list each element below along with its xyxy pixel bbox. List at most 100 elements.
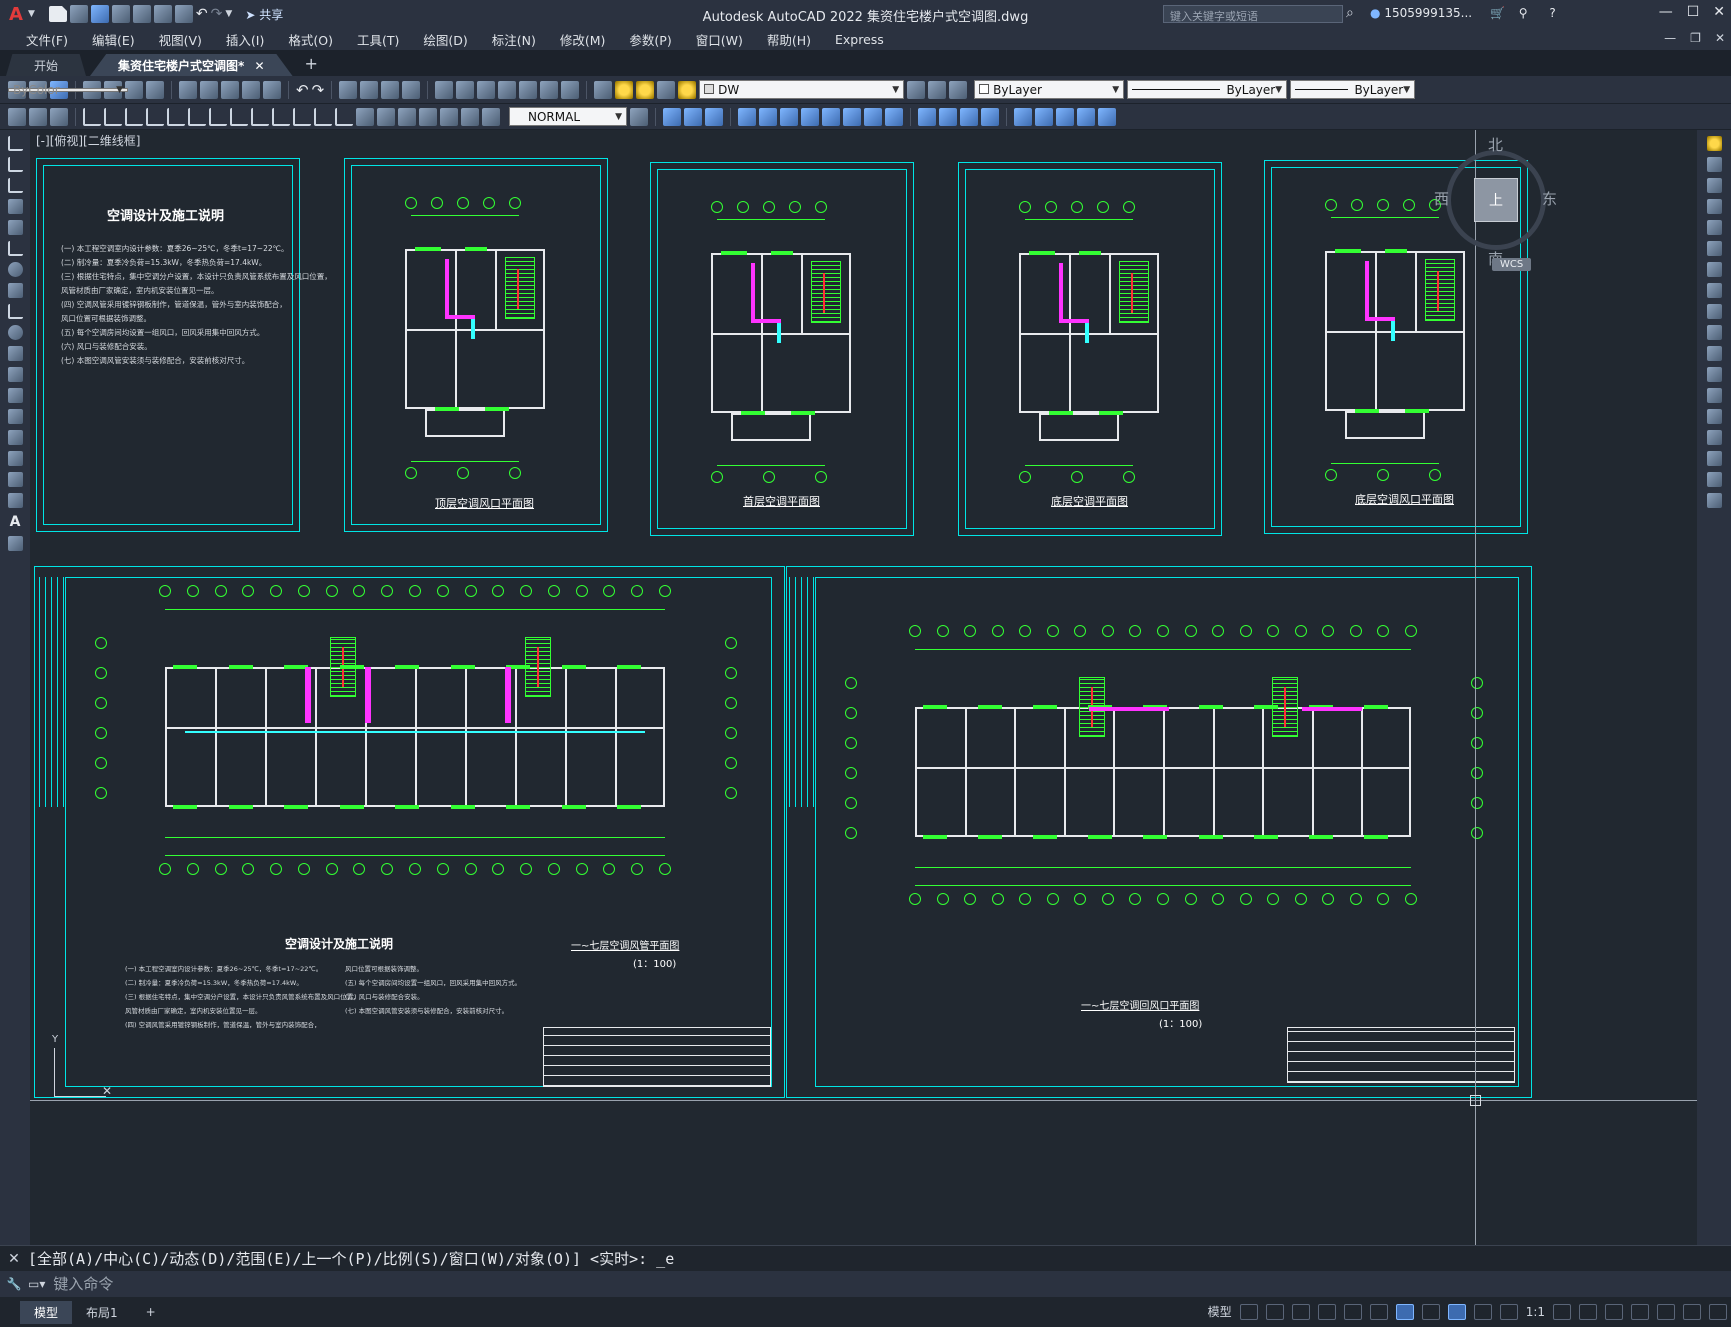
chamfer-icon[interactable] <box>960 107 978 126</box>
wcs-menu[interactable]: WCS <box>1492 258 1532 271</box>
osnap-tracking-icon[interactable] <box>1369 1303 1388 1320</box>
menu-item-7[interactable]: 标注(N) <box>480 30 548 49</box>
rt-array-icon[interactable] <box>1706 220 1722 235</box>
radius-dim-icon[interactable] <box>167 107 185 126</box>
drawing-canvas[interactable]: [-][俯视][二维线框] 空调设计及施工说明 (一) 本工程空调室内设计参数：… <box>30 130 1697 1245</box>
tb-icon-1[interactable] <box>8 107 26 126</box>
tab-start[interactable]: 开始 <box>6 54 87 76</box>
command-line-close-icon[interactable]: ✕ <box>0 1251 28 1267</box>
menu-item-3[interactable]: 插入(I) <box>214 30 276 49</box>
pan-icon[interactable] <box>339 80 358 99</box>
inspect-icon[interactable] <box>398 107 416 126</box>
viewcube[interactable]: 上 北 南 东 西 WCS <box>1434 136 1557 271</box>
minimize-button[interactable]: — <box>1659 4 1673 20</box>
autodesk-app-icon[interactable]: ⚲ <box>1519 6 1528 20</box>
gradient-icon[interactable] <box>7 451 23 466</box>
menu-item-0[interactable]: 文件(F) <box>14 30 80 49</box>
make-current-layer-icon[interactable] <box>907 80 926 99</box>
menu-item-10[interactable]: 窗口(W) <box>684 30 755 49</box>
line-icon[interactable] <box>7 136 23 151</box>
layer-on-icon[interactable] <box>615 80 634 99</box>
baseline-dim-icon[interactable] <box>272 107 290 126</box>
ortho-toggle-icon[interactable] <box>1291 1303 1310 1320</box>
group-icon[interactable] <box>1077 107 1095 126</box>
lineweight-toggle-icon[interactable] <box>1421 1303 1440 1320</box>
compass-east[interactable]: 东 <box>1542 188 1557 209</box>
lineweight-dropdown[interactable]: ByLayer ▼ <box>1290 80 1416 99</box>
properties-icon[interactable] <box>435 80 454 99</box>
dimstyle-dropdown[interactable]: NORMAL ▼ <box>509 107 627 126</box>
match-properties-icon[interactable] <box>242 80 260 99</box>
explode-icon[interactable] <box>1014 107 1032 126</box>
join-icon[interactable] <box>939 107 957 126</box>
rt-mirror-icon[interactable] <box>1706 178 1722 193</box>
quick-properties-icon[interactable] <box>1631 1303 1649 1320</box>
search-icon[interactable]: ⌕ <box>1346 5 1354 21</box>
rt-break-icon[interactable] <box>1706 388 1722 403</box>
tab-model[interactable]: 模型 <box>20 1300 73 1324</box>
calculator-icon[interactable] <box>540 80 559 99</box>
region-icon[interactable] <box>7 472 23 487</box>
tb-icon-3[interactable] <box>50 107 68 126</box>
linetype-dropdown[interactable]: ByLayer ▼ <box>1127 80 1288 99</box>
layer-freeze-icon[interactable] <box>636 80 655 99</box>
plotstyle-dropdown[interactable]: ByColor ▼ <box>8 83 128 97</box>
paste-icon[interactable] <box>221 80 239 99</box>
customize-status-icon[interactable] <box>1709 1303 1727 1320</box>
tb-redo-icon[interactable]: ↷ <box>312 81 325 99</box>
plot-icon[interactable] <box>174 5 193 23</box>
save-web-icon[interactable] <box>153 5 172 23</box>
trim-icon[interactable] <box>864 107 882 126</box>
isolate-objects-icon[interactable] <box>1657 1303 1675 1320</box>
units-icon[interactable] <box>1605 1303 1623 1320</box>
rt-join-icon[interactable] <box>1706 409 1722 424</box>
block-editor-icon[interactable] <box>263 80 281 99</box>
dim-space-icon[interactable] <box>314 107 332 126</box>
layer-previous-icon[interactable] <box>928 80 947 99</box>
tab-close-icon[interactable]: ✕ <box>254 59 264 73</box>
rt-scale-icon[interactable] <box>1706 283 1722 298</box>
insert-icon[interactable] <box>1056 107 1074 126</box>
menu-item-9[interactable]: 参数(P) <box>617 30 683 49</box>
menu-item-5[interactable]: 工具(T) <box>345 30 411 49</box>
redo-icon[interactable]: ↷ <box>211 6 223 22</box>
add-layout-button[interactable]: + <box>132 1302 170 1322</box>
viewport-controls[interactable]: [-][俯视][二维线框] <box>36 132 140 149</box>
scale-icon[interactable] <box>822 107 840 126</box>
layer-properties-icon[interactable] <box>594 80 613 99</box>
polyline-icon[interactable] <box>7 178 23 193</box>
rt-move-icon[interactable] <box>1706 241 1722 256</box>
command-customize-icon[interactable]: 🔧 <box>0 1277 28 1291</box>
rt-extend-icon[interactable] <box>1706 346 1722 361</box>
rt-stretch-icon[interactable] <box>1706 304 1722 319</box>
rt-trim-icon[interactable] <box>1706 325 1722 340</box>
menu-item-12[interactable]: Express <box>823 32 896 47</box>
markup-icon[interactable] <box>519 80 538 99</box>
compass-north[interactable]: 北 <box>1488 134 1503 155</box>
tolerance-icon[interactable] <box>356 107 374 126</box>
design-center-icon[interactable] <box>456 80 475 99</box>
erase-icon[interactable] <box>663 107 681 126</box>
zoom-realtime-icon[interactable] <box>360 80 379 99</box>
undo-icon[interactable]: ↶ <box>196 6 208 22</box>
mirror-icon[interactable] <box>705 107 723 126</box>
close-button[interactable]: ✕ <box>1713 4 1725 20</box>
rt-erase-icon[interactable] <box>1706 136 1722 151</box>
model-space-label[interactable]: 模型 <box>1208 1303 1232 1320</box>
rt-rotate-icon[interactable] <box>1706 262 1722 277</box>
share-button[interactable]: ➤ 共享 <box>245 6 283 23</box>
doc-minimize-button[interactable]: — <box>1664 31 1676 45</box>
annotation-scale-icon[interactable] <box>1499 1303 1518 1320</box>
scale-value[interactable]: 1:1 <box>1526 1305 1545 1319</box>
dim-edit-icon[interactable] <box>440 107 458 126</box>
save-as-icon[interactable] <box>111 5 130 23</box>
open-file-icon[interactable] <box>69 5 88 23</box>
move-icon[interactable] <box>780 107 798 126</box>
arc-icon[interactable] <box>7 241 23 256</box>
rt-explode-icon[interactable] <box>1706 493 1722 508</box>
save-icon[interactable] <box>90 5 109 23</box>
rt-blend-icon[interactable] <box>1706 472 1722 487</box>
user-account[interactable]: ● 1505999135... 🛒 ⚲ ? <box>1370 6 1556 20</box>
dimstyle-manager-icon[interactable] <box>630 107 648 126</box>
cart-icon[interactable]: 🛒 <box>1490 6 1505 20</box>
